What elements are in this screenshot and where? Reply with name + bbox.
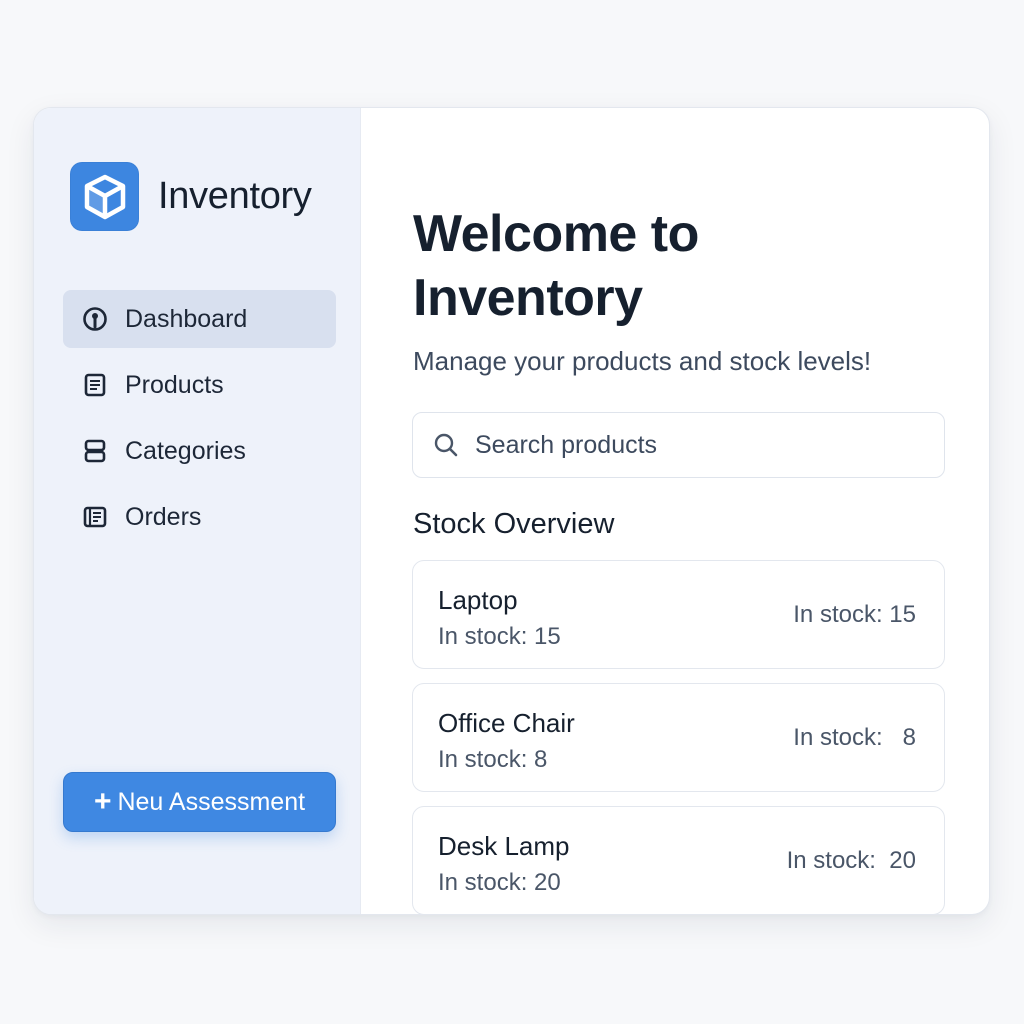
- search-icon: [433, 432, 459, 458]
- new-assessment-label: Neu Assessment: [117, 787, 306, 816]
- product-name: Laptop: [438, 585, 518, 615]
- plus-icon: +: [93, 785, 112, 818]
- sidebar-item-label: Dashboard: [125, 304, 248, 333]
- sidebar-item-label: Products: [125, 370, 224, 399]
- product-stock-count: In stock: 15: [793, 601, 916, 628]
- brand: Inventory: [70, 162, 312, 231]
- product-name: Desk Lamp: [438, 831, 570, 861]
- sidebar-nav: Dashboard Products Categories Orders: [63, 290, 336, 554]
- product-stock: In stock: 15: [438, 623, 561, 650]
- section-title: Stock Overview: [413, 508, 615, 540]
- app-window: Inventory Dashboard Products Categories …: [33, 107, 990, 915]
- sidebar: Inventory Dashboard Products Categories …: [34, 108, 361, 914]
- box-icon: [70, 162, 139, 231]
- page-title: Welcome to Inventory: [413, 205, 699, 327]
- product-card-desk-lamp[interactable]: Desk Lamp In stock: 20 In stock: 20: [412, 806, 945, 914]
- product-card-laptop[interactable]: Laptop In stock: 15 In stock: 15: [412, 560, 945, 669]
- product-stock: In stock: 8: [438, 746, 548, 773]
- page-subtitle: Manage your products and stock levels!: [413, 346, 872, 376]
- product-list: Laptop In stock: 15 In stock: 15 Office …: [412, 560, 945, 914]
- product-stock-count: In stock: 20: [786, 847, 916, 874]
- dashboard-icon: [81, 305, 109, 333]
- sidebar-item-orders[interactable]: Orders: [63, 488, 336, 546]
- new-assessment-button[interactable]: + Neu Assessment: [63, 772, 336, 832]
- document-icon: [81, 371, 109, 399]
- categories-icon: [81, 437, 109, 465]
- product-stock: In stock: 20: [438, 869, 561, 896]
- search-box[interactable]: [412, 412, 945, 478]
- sidebar-item-label: Categories: [125, 436, 246, 465]
- search-input[interactable]: [475, 430, 915, 460]
- sidebar-item-label: Orders: [125, 502, 202, 531]
- main-content: Welcome to Inventory Manage your product…: [361, 108, 989, 914]
- sidebar-item-categories[interactable]: Categories: [63, 422, 336, 480]
- orders-icon: [81, 503, 109, 531]
- product-name: Office Chair: [438, 708, 575, 738]
- sidebar-item-products[interactable]: Products: [63, 356, 336, 414]
- sidebar-item-dashboard[interactable]: Dashboard: [63, 290, 336, 348]
- product-stock-count: In stock: 8: [793, 724, 916, 751]
- app-name: Inventory: [158, 175, 312, 217]
- product-card-office-chair[interactable]: Office Chair In stock: 8 In stock: 8: [412, 683, 945, 792]
